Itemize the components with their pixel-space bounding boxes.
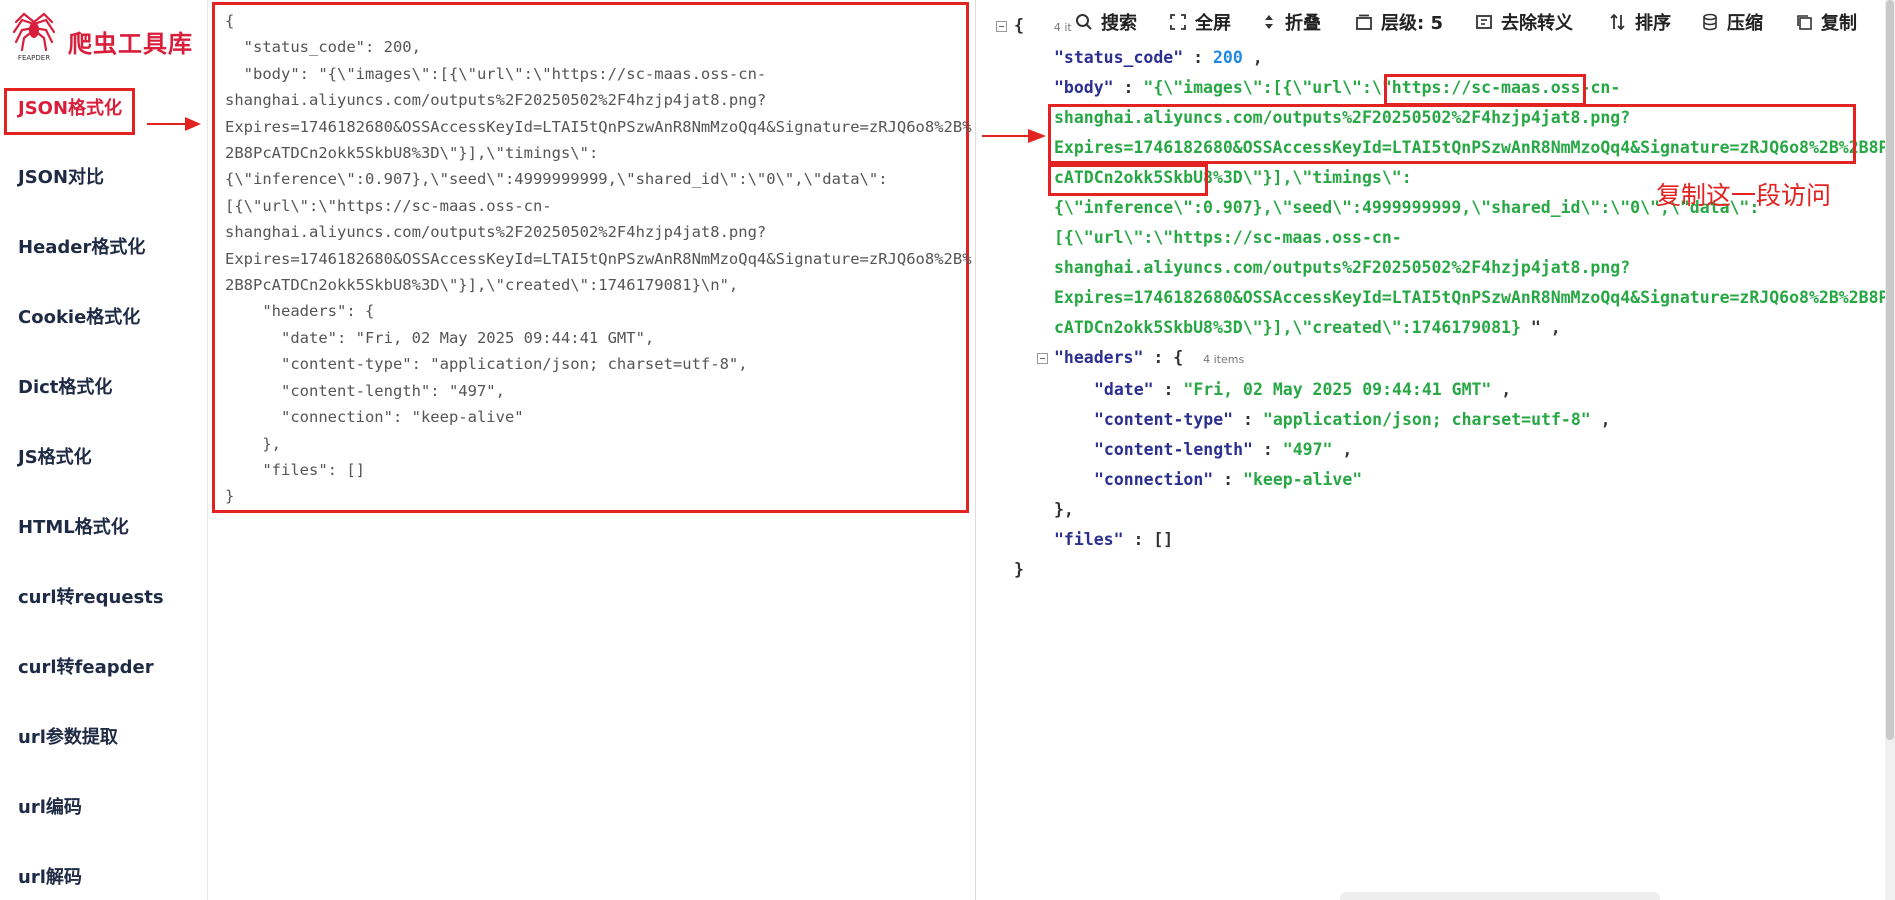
json-body-line-7: shanghai.aliyuncs.com/outputs%2F20250502… xyxy=(1054,258,1631,277)
viewer-scrollbar[interactable] xyxy=(1885,0,1895,900)
fullscreen-icon xyxy=(1170,14,1186,30)
nav-item-json-compare[interactable]: JSON对比 xyxy=(18,163,104,189)
nav-item-dict-format[interactable]: Dict格式化 xyxy=(18,373,112,399)
highlight-box-url-middle xyxy=(1048,104,1856,164)
json-line-status-code: "status_code" : 200 , xyxy=(1054,48,1263,67)
search-button[interactable]: 搜索 xyxy=(1075,8,1137,36)
fold-icon xyxy=(1265,15,1273,29)
highlight-box-url-start xyxy=(1384,74,1586,106)
sidebar: FEAPDER 爬虫工具库 JSON格式化 JSON对比 Header格式化 C… xyxy=(0,0,208,900)
fold-button[interactable]: 折叠 xyxy=(1261,8,1321,36)
json-body-line-5: {\"inference\":0.907},\"seed\":499999999… xyxy=(1054,198,1760,217)
arrow-right-icon xyxy=(982,129,1046,143)
collapse-headers-icon[interactable] xyxy=(1037,353,1048,364)
compress-button[interactable]: 压缩 xyxy=(1701,8,1763,36)
scrollbar-thumb[interactable] xyxy=(1886,0,1894,740)
json-line-headers: "headers" : { 4 items xyxy=(1054,348,1245,367)
collapse-root-icon[interactable] xyxy=(996,21,1007,32)
fullscreen-button[interactable]: 全屏 xyxy=(1169,8,1231,36)
nav-item-url-encode[interactable]: url编码 xyxy=(18,793,82,819)
sort-button[interactable]: 排序 xyxy=(1609,8,1671,36)
nav-item-html-format[interactable]: HTML格式化 xyxy=(18,513,129,539)
highlight-box-url-end xyxy=(1048,164,1208,196)
nav-item-curl-feapder[interactable]: curl转feapder xyxy=(18,653,154,679)
nav-item-url-decode[interactable]: url解码 xyxy=(18,863,82,889)
level-selector[interactable]: 层级: 5 xyxy=(1355,8,1443,36)
json-line-files: "files" : [] xyxy=(1054,530,1174,549)
json-viewer: 搜索 全屏 折叠 层级: 5 去除转义 排序 压缩 复制 {4 it "sta… xyxy=(976,0,1895,900)
copy-button[interactable]: 复制 xyxy=(1795,8,1857,36)
json-line-content-type: "content-type" : "application/json; char… xyxy=(1094,410,1611,429)
annotation-text: 复制这一段访问 xyxy=(1656,181,1832,210)
unescape-icon xyxy=(1476,15,1492,29)
brand-name: 爬虫工具库 xyxy=(68,30,193,58)
json-line-content-length: "content-length" : "497" , xyxy=(1094,440,1353,459)
nav-item-cookie-format[interactable]: Cookie格式化 xyxy=(18,303,140,329)
json-body-line-6: [{\"url\":\"https://sc-maas.oss-cn- xyxy=(1054,228,1402,247)
nav-item-header-format[interactable]: Header格式化 xyxy=(18,233,145,259)
json-input-text[interactable]: { "status_code": 200, "body": "{\"images… xyxy=(225,8,972,510)
logo-text: FEAPDER xyxy=(18,54,50,62)
brand[interactable]: FEAPDER 爬虫工具库 xyxy=(10,12,200,64)
layers-icon xyxy=(1356,14,1372,30)
spider-icon: FEAPDER xyxy=(12,12,56,62)
copy-icon xyxy=(1797,15,1812,30)
search-icon xyxy=(1076,14,1092,30)
json-input-editor[interactable]: { "status_code": 200, "body": "{\"images… xyxy=(208,0,976,900)
sort-icon xyxy=(1610,13,1625,31)
nav-item-curl-requests[interactable]: curl转requests xyxy=(18,583,164,609)
arrow-right-icon xyxy=(147,117,201,131)
json-body-line-9: cATDCn2okk5SkbU8%3D\"}],\"created\":1746… xyxy=(1054,318,1561,337)
json-body-line-8: Expires=1746182680&OSSAccessKeyId=LTAI5t… xyxy=(1054,288,1889,307)
database-icon xyxy=(1703,13,1717,31)
nav-item-json-format[interactable]: JSON格式化 xyxy=(18,94,122,120)
unescape-button[interactable]: 去除转义 xyxy=(1475,8,1573,36)
nav-item-url-params[interactable]: url参数提取 xyxy=(18,723,118,749)
bottom-scroll-hint xyxy=(1340,892,1660,900)
root-open-brace: { xyxy=(1014,16,1024,35)
root-close-brace: } xyxy=(1014,560,1024,579)
root-item-count: 4 it xyxy=(1053,21,1072,34)
headers-close-brace: }, xyxy=(1054,500,1074,519)
json-line-date: "date" : "Fri, 02 May 2025 09:44:41 GMT"… xyxy=(1094,380,1512,399)
nav-item-js-format[interactable]: JS格式化 xyxy=(18,443,92,469)
json-line-connection: "connection" : "keep-alive" xyxy=(1094,470,1363,489)
